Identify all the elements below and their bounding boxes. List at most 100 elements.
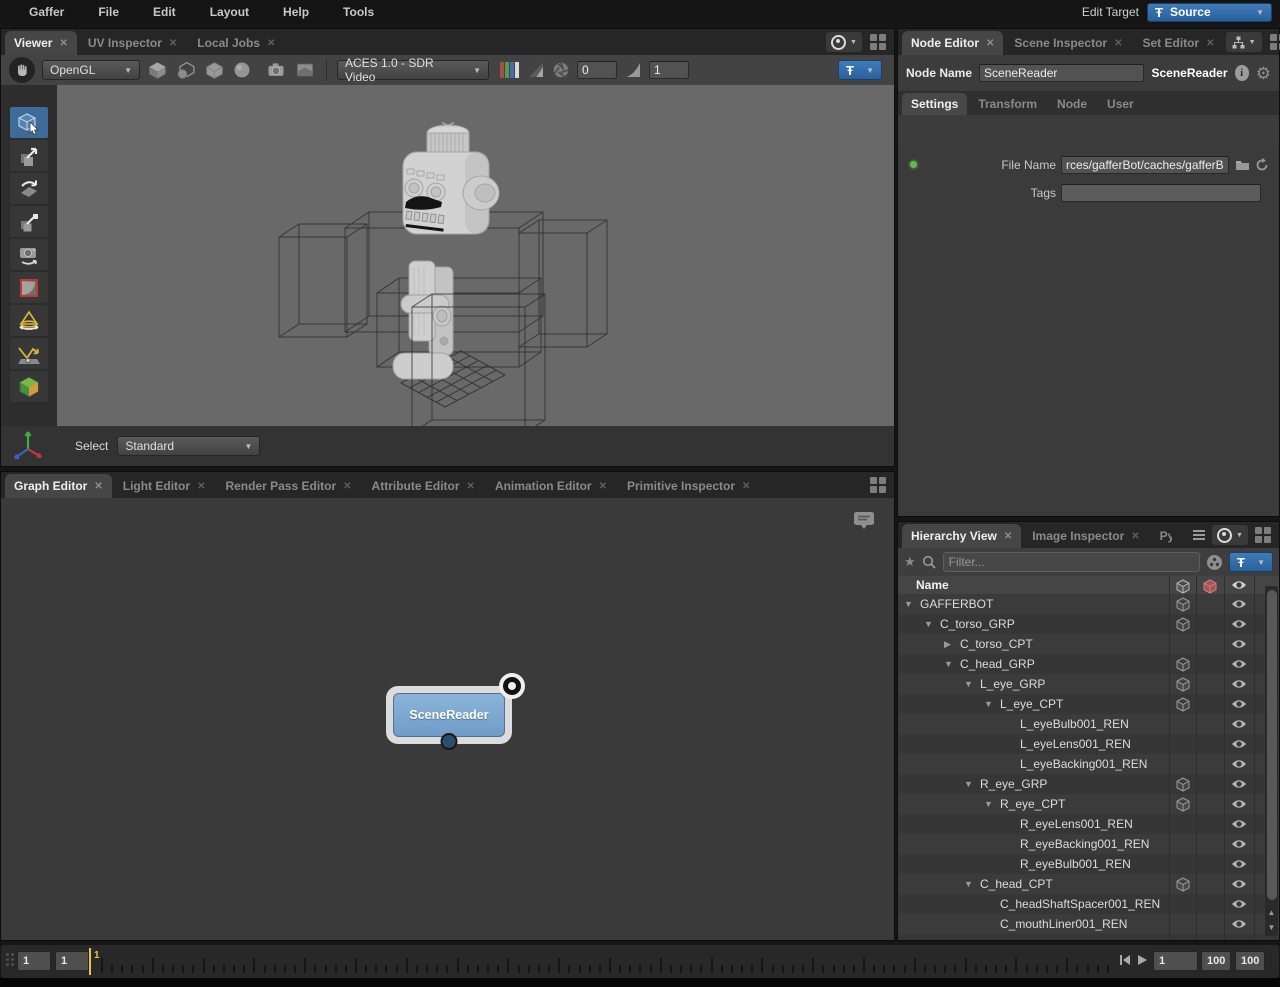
gamma-input[interactable]: [649, 61, 689, 79]
scroll-up-icon[interactable]: ▲: [1265, 905, 1278, 920]
resolution-gate-button[interactable]: [294, 60, 316, 80]
file-name-input[interactable]: [1061, 156, 1229, 174]
tags-input[interactable]: [1061, 184, 1261, 202]
render-cube-icon[interactable]: [1169, 597, 1196, 612]
hierarchy-row-c-torso-grp[interactable]: ▼C_torso_GRP: [898, 614, 1279, 634]
expand-arrow-icon[interactable]: ▶: [944, 639, 956, 650]
select-mode-dropdown[interactable]: Standard ▼: [117, 436, 260, 456]
frame-ruler[interactable]: [101, 945, 1117, 978]
tab-viewer[interactable]: Viewer✕: [5, 31, 77, 55]
node-name-input[interactable]: [979, 64, 1144, 82]
node-set-menu-button[interactable]: ▼: [1226, 32, 1262, 52]
layout-menu-icon[interactable]: [870, 34, 887, 51]
tab-hierarchy-view[interactable]: Hierarchy View✕: [902, 524, 1021, 548]
tab-set-editor[interactable]: Set Editor✕: [1133, 31, 1223, 55]
expand-arrow-icon[interactable]: ▼: [944, 659, 956, 669]
light-position-tool-button[interactable]: [10, 338, 48, 369]
hierarchy-row-r-eyelens001-ren[interactable]: R_eyeLens001_REN: [898, 814, 1279, 834]
range-end-input[interactable]: [1235, 951, 1265, 971]
scrollbar-thumb[interactable]: [1267, 590, 1277, 900]
tab-primitive-inspector[interactable]: Primitive Inspector✕: [618, 474, 759, 498]
hierarchy-row-c-head-grp[interactable]: ▼C_head_GRP: [898, 654, 1279, 674]
info-icon[interactable]: i: [1235, 65, 1249, 81]
play-button[interactable]: [1136, 954, 1148, 966]
channel-select-button[interactable]: [500, 61, 520, 79]
visibility-eye-icon[interactable]: [1224, 839, 1254, 849]
drawing-mode-button[interactable]: [147, 60, 168, 81]
solid-draw-button[interactable]: [204, 60, 225, 81]
visibility-eye-icon[interactable]: [1224, 879, 1254, 889]
render-cube-icon[interactable]: [1169, 677, 1196, 692]
tab-local-jobs[interactable]: Local Jobs✕: [188, 31, 284, 55]
filter-input[interactable]: [943, 552, 1200, 572]
hierarchy-row-c-head-cpt[interactable]: ▼C_head_CPT: [898, 874, 1279, 894]
tab-node[interactable]: Node: [1048, 93, 1096, 115]
translate-tool-button[interactable]: [10, 140, 48, 171]
end-frame-input[interactable]: [1201, 951, 1231, 971]
visibility-eye-icon[interactable]: [1224, 799, 1254, 809]
close-icon[interactable]: ✕: [599, 481, 607, 492]
exposure-input[interactable]: [577, 61, 617, 79]
visibility-eye-icon[interactable]: [1224, 759, 1254, 769]
renderer-dropdown[interactable]: OpenGL ▼: [42, 60, 140, 80]
tab-user[interactable]: User: [1098, 93, 1143, 115]
graph-editor-canvas[interactable]: SceneReader: [1, 498, 894, 940]
visibility-eye-icon[interactable]: [1224, 679, 1254, 689]
visibility-column-header-icon[interactable]: [1224, 580, 1254, 590]
crop-window-tool-button[interactable]: [10, 272, 48, 303]
close-icon[interactable]: ✕: [343, 481, 351, 492]
render-cube-icon[interactable]: [1169, 777, 1196, 792]
render-cube-icon[interactable]: [1169, 697, 1196, 712]
filter-options-icon[interactable]: [1206, 554, 1223, 571]
visibility-eye-icon[interactable]: [1224, 919, 1254, 929]
hierarchy-row-c-mouthliner001-ren[interactable]: C_mouthLiner001_REN: [898, 914, 1279, 934]
tab-node-editor[interactable]: Node Editor✕: [902, 31, 1003, 55]
scroll-down-icon[interactable]: ▼: [1265, 920, 1278, 935]
menu-edit[interactable]: Edit: [136, 5, 193, 19]
close-icon[interactable]: ✕: [742, 481, 750, 492]
hierarchy-focus-dropdown[interactable]: Ŧ ▼: [1229, 552, 1273, 572]
tab-settings[interactable]: Settings: [902, 93, 967, 115]
close-icon[interactable]: ✕: [986, 38, 994, 49]
tab-light-editor[interactable]: Light Editor✕: [114, 474, 215, 498]
close-icon[interactable]: ✕: [1131, 531, 1139, 542]
close-icon[interactable]: ✕: [1206, 38, 1214, 49]
expand-arrow-icon[interactable]: ▼: [904, 599, 916, 609]
menu-gaffer[interactable]: Gaffer: [12, 5, 81, 19]
gamma-button[interactable]: [624, 61, 642, 79]
menu-tools[interactable]: Tools: [326, 5, 391, 19]
tab-scene-inspector[interactable]: Scene Inspector✕: [1005, 31, 1131, 55]
node-output-port[interactable]: [441, 733, 458, 750]
close-icon[interactable]: ✕: [94, 481, 102, 492]
prune-column-header-icon[interactable]: [1196, 579, 1224, 594]
visibility-eye-icon[interactable]: [1224, 819, 1254, 829]
visibility-eye-icon[interactable]: [1224, 719, 1254, 729]
scene-reader-node-body[interactable]: SceneReader: [393, 693, 505, 737]
hierarchy-scrollbar[interactable]: ▲ ▼: [1265, 586, 1278, 936]
render-cube-icon[interactable]: [1169, 617, 1196, 632]
hierarchy-row-l-eye-grp[interactable]: ▼L_eye_GRP: [898, 674, 1279, 694]
menu-help[interactable]: Help: [266, 5, 326, 19]
tab-render-pass-editor[interactable]: Render Pass Editor✕: [216, 474, 360, 498]
list-menu-icon[interactable]: [1193, 530, 1205, 540]
tab-attribute-editor[interactable]: Attribute Editor✕: [363, 474, 484, 498]
hierarchy-row-gafferbot[interactable]: ▼GAFFERBOT: [898, 594, 1279, 614]
render-cube-icon[interactable]: [1169, 797, 1196, 812]
jump-to-start-button[interactable]: [1119, 954, 1131, 966]
timeline-grip-handle[interactable]: [6, 953, 14, 966]
hierarchy-row-r-eye-grp[interactable]: ▼R_eye_GRP: [898, 774, 1279, 794]
close-icon[interactable]: ✕: [1114, 38, 1122, 49]
visibility-eye-icon[interactable]: [1224, 619, 1254, 629]
tab-uv-inspector[interactable]: UV Inspector✕: [79, 31, 186, 55]
close-icon[interactable]: ✕: [59, 38, 67, 49]
hierarchy-row-r-eye-cpt[interactable]: ▼R_eye_CPT: [898, 794, 1279, 814]
display-transform-dropdown[interactable]: ACES 1.0 - SDR Video ▼: [337, 60, 489, 80]
shading-mode-button[interactable]: [232, 60, 252, 80]
scale-tool-button[interactable]: [10, 206, 48, 237]
viewer-pin-menu-button[interactable]: ▼: [826, 32, 862, 52]
close-icon[interactable]: ✕: [467, 481, 475, 492]
render-cube-icon[interactable]: [1169, 877, 1196, 892]
hierarchy-row-c-headshaftspacer001-ren[interactable]: C_headShaftSpacer001_REN: [898, 894, 1279, 914]
playhead-marker[interactable]: [89, 948, 91, 975]
hierarchy-pin-menu-button[interactable]: ▼: [1212, 525, 1248, 545]
